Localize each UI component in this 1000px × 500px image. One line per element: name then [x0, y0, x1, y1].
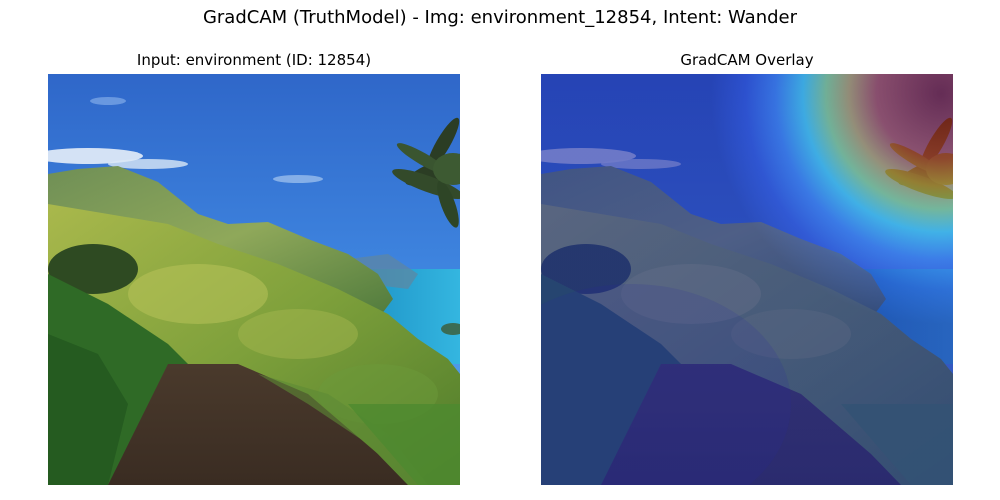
gradcam-overlay-image: [541, 74, 953, 485]
input-image: [48, 74, 460, 485]
landscape-photo: [48, 74, 460, 485]
figure-title: GradCAM (TruthModel) - Img: environment_…: [202, 7, 798, 28]
overlay-image-title: GradCAM Overlay: [680, 51, 814, 69]
overlay-photo: [541, 74, 953, 485]
input-image-title: Input: environment (ID: 12854): [136, 51, 372, 69]
